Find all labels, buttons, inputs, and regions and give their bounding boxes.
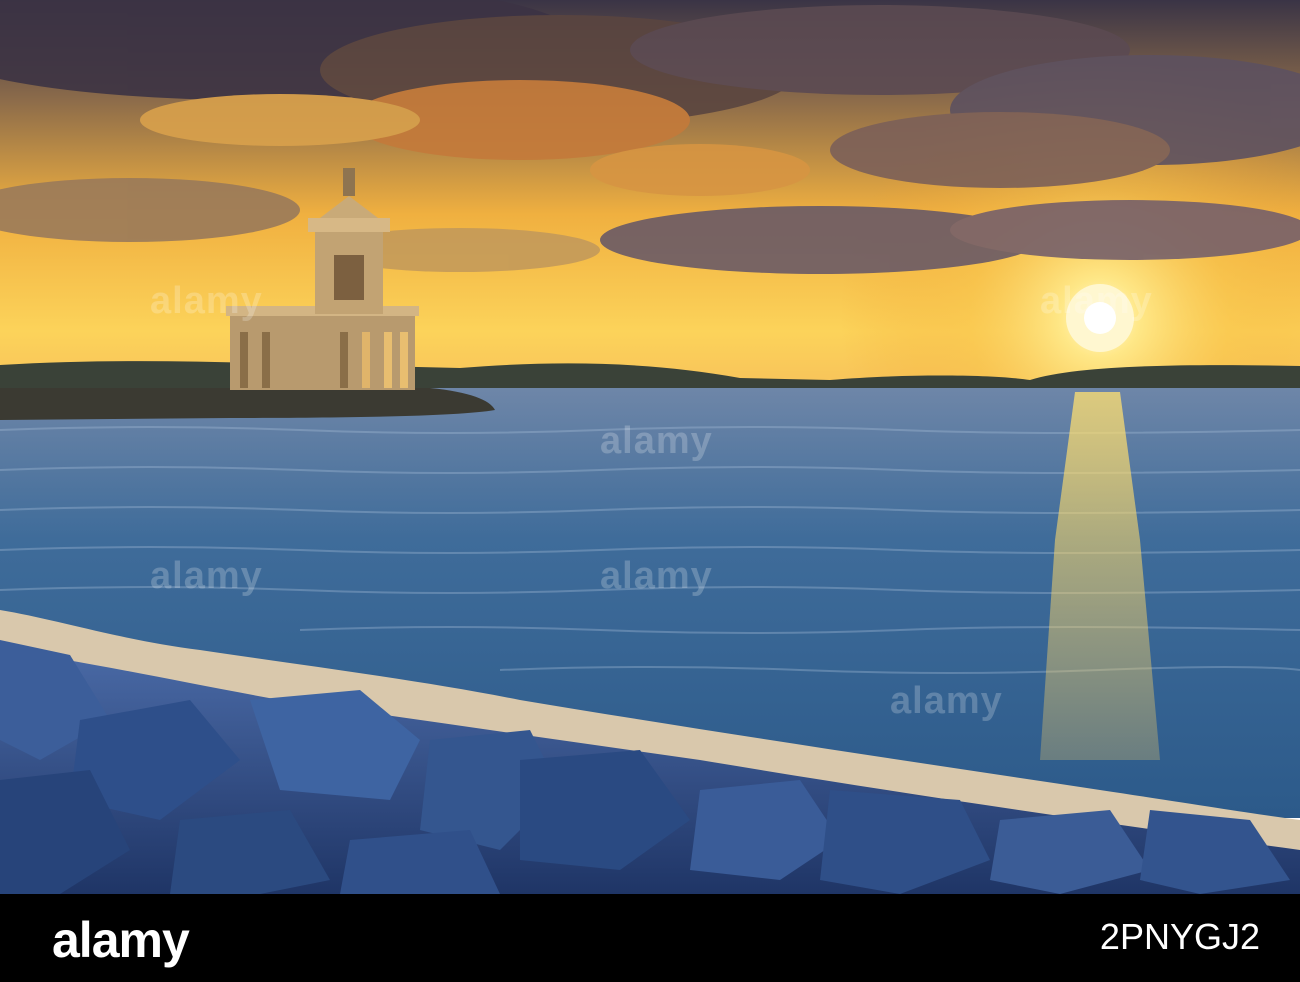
alamy-logo: alamy	[52, 912, 190, 968]
watermark: alamy	[890, 680, 1003, 722]
breakwater	[0, 388, 495, 420]
watermark: alamy	[600, 420, 713, 462]
sunset-reservoir-photo: alamy alamy alamy alamy alamy alamy	[0, 0, 1300, 894]
stock-photo-page: alamy alamy alamy alamy alamy alamy alam…	[0, 0, 1300, 982]
clouds	[0, 0, 1300, 274]
footer-bar: alamy 2PNYGJ2	[0, 894, 1300, 982]
watermark: alamy	[600, 555, 713, 597]
image-id: 2PNYGJ2	[1099, 916, 1260, 957]
watermark: alamy	[150, 555, 263, 597]
watermark: alamy	[1040, 280, 1153, 322]
watermark: alamy	[150, 280, 263, 322]
